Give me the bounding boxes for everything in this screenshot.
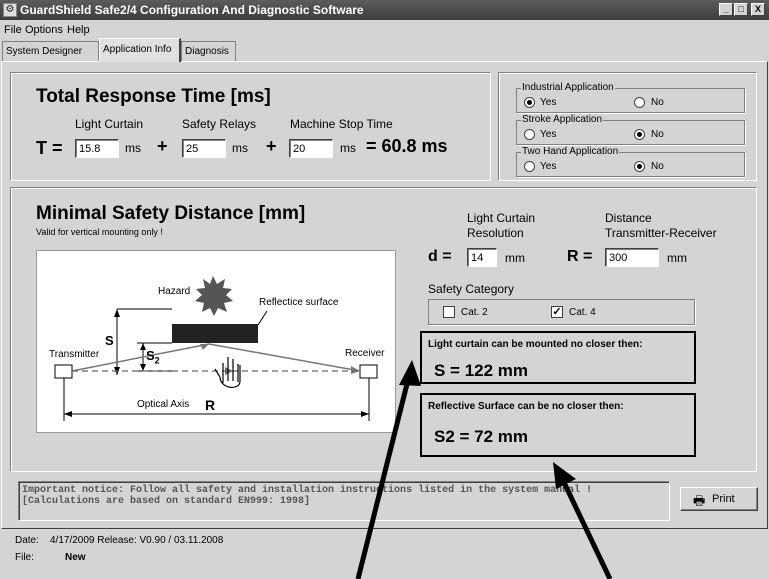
two-hand-no-radio[interactable] — [634, 161, 645, 172]
s-label: S — [105, 333, 114, 348]
result-s-value: S = 122 mm — [434, 361, 529, 380]
d-label: d = — [428, 248, 452, 265]
stroke-no-radio[interactable] — [634, 129, 645, 140]
menu-file[interactable]: File — [4, 24, 22, 36]
hand-icon — [214, 357, 241, 388]
receiver-label: Receiver — [345, 348, 385, 359]
date-value: 4/17/2009 Release: V0.90 / 03.11.2008 — [50, 535, 224, 546]
optical-axis-label: Optical Axis — [137, 399, 190, 410]
two-hand-application-title: Two Hand Application — [521, 146, 620, 157]
safety-relays-time-input[interactable] — [182, 139, 226, 158]
unit-ms-1: ms — [125, 141, 141, 155]
cat2-label: Cat. 2 — [461, 307, 488, 318]
two-hand-yes-label: Yes — [540, 161, 557, 172]
unit-mm-2: mm — [667, 251, 687, 265]
notice-line-1: Important notice: Follow all safety and … — [22, 485, 593, 496]
unit-ms-3: ms — [340, 141, 356, 155]
safety-category-title: Safety Category — [428, 282, 515, 296]
tab-application-info[interactable]: Application Info — [99, 38, 181, 62]
print-button[interactable]: 🖶 Print — [680, 487, 758, 511]
result-s2-value: S2 = 72 mm — [434, 427, 529, 446]
two-hand-yes-radio[interactable] — [524, 161, 535, 172]
printer-icon: 🖶 — [693, 493, 706, 508]
stroke-yes-radio[interactable] — [524, 129, 535, 140]
stroke-yes-label: Yes — [540, 129, 557, 140]
hazard-label: Hazard — [158, 286, 191, 297]
resolution-label-line1: Light Curtain — [467, 211, 536, 225]
machine-stop-time-input[interactable] — [289, 139, 333, 158]
result-s-caption: Light curtain can be mounted no closer t… — [428, 339, 643, 350]
stroke-no-label: No — [651, 129, 664, 140]
menu-options[interactable]: Options — [25, 24, 63, 36]
close-button[interactable]: X — [751, 3, 765, 16]
diagram-drawing — [54, 276, 378, 421]
date-label: Date: — [15, 535, 39, 546]
r-label: R = — [567, 248, 593, 265]
industrial-yes-label: Yes — [540, 97, 557, 108]
light-curtain-column-label: Light Curtain — [75, 117, 144, 131]
vertical-mounting-note: Valid for vertical mounting only ! — [36, 227, 163, 237]
tab-system-designer[interactable]: System Designer — [2, 41, 99, 62]
app-icon: ⚙ — [3, 3, 17, 17]
cat2-checkbox[interactable] — [443, 306, 455, 318]
hazard-icon — [195, 276, 233, 316]
distance-input[interactable] — [605, 248, 659, 267]
plus-2: + — [266, 136, 277, 156]
result-s2-caption: Reflective Surface can be no closer then… — [428, 401, 624, 412]
file-label: File: — [15, 552, 34, 563]
reflective-surface-block — [172, 324, 258, 343]
machine-stop-column-label: Machine Stop Time — [290, 117, 393, 131]
distance-label-line1: Distance — [605, 211, 652, 225]
result-s-box: Light curtain can be mounted no closer t… — [420, 331, 696, 384]
result-s2-box: Reflective Surface can be no closer then… — [420, 393, 696, 457]
transmitter-box — [54, 364, 73, 379]
menu-bar: File Options Help — [0, 20, 769, 38]
reflective-surface-label: Reflectice surface — [259, 297, 339, 308]
receiver-box — [359, 364, 378, 379]
unit-ms-2: ms — [232, 141, 248, 155]
tab-diagnosis[interactable]: Diagnosis — [181, 41, 236, 62]
safety-distance-diagram: Hazard Reflectice surface S S2 Transmitt… — [36, 250, 396, 433]
industrial-yes-radio[interactable] — [524, 97, 535, 108]
distance-label-line2: Transmitter-Receiver — [605, 226, 717, 240]
plus-1: + — [157, 136, 168, 156]
maximize-button[interactable]: □ — [734, 3, 748, 16]
notice-line-2: [Calculations are based on standard EN99… — [22, 496, 311, 507]
resolution-input[interactable] — [467, 248, 497, 267]
cat4-label: Cat. 4 — [569, 307, 596, 318]
minimize-button[interactable]: _ — [719, 3, 733, 16]
industrial-no-radio[interactable] — [634, 97, 645, 108]
window-title: GuardShield Safe2/4 Configuration And Di… — [20, 3, 364, 17]
application-window: ⚙ GuardShield Safe2/4 Configuration And … — [0, 0, 769, 579]
unit-mm-1: mm — [505, 251, 525, 265]
file-value: New — [65, 552, 86, 563]
industrial-application-title: Industrial Application — [521, 82, 615, 93]
important-notice: Important notice: Follow all safety and … — [18, 481, 670, 521]
r-dimension-label: R — [205, 397, 216, 413]
print-button-label: Print — [712, 493, 735, 505]
menu-help[interactable]: Help — [67, 24, 90, 36]
safety-distance-title: Minimal Safety Distance [mm] — [36, 203, 306, 224]
industrial-no-label: No — [651, 97, 664, 108]
total-response-time: = 60.8 ms — [366, 136, 448, 156]
light-curtain-time-input[interactable] — [75, 139, 119, 158]
s2-label: S2 — [146, 348, 160, 366]
resolution-label-line2: Resolution — [467, 226, 524, 240]
safety-relays-column-label: Safety Relays — [182, 117, 257, 131]
two-hand-no-label: No — [651, 161, 664, 172]
title-bar: ⚙ GuardShield Safe2/4 Configuration And … — [0, 0, 769, 20]
response-time-title: Total Response Time [ms] — [36, 86, 271, 107]
stroke-application-title: Stroke Application — [521, 114, 604, 125]
cat4-checkbox[interactable]: ✓ — [551, 306, 563, 318]
transmitter-label: Transmitter — [49, 349, 100, 360]
status-bar: Date: 4/17/2009 Release: V0.90 / 03.11.2… — [0, 530, 769, 579]
t-label: T = — [36, 138, 63, 158]
